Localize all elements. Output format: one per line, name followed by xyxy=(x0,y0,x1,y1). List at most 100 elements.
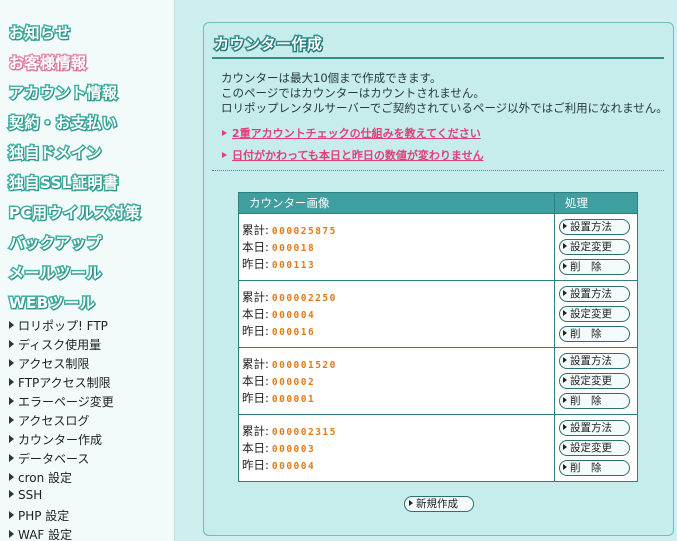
triangle-right-icon xyxy=(563,463,567,470)
counter-actions: 設置方法 設定変更 削 除 xyxy=(554,414,638,482)
total-count: 000025875 xyxy=(271,225,337,237)
triangle-right-icon xyxy=(563,262,567,269)
page-title: カウンター作成 xyxy=(213,34,324,55)
yesterday-count: 000004 xyxy=(271,460,316,472)
counter-actions: 設置方法 設定変更 削 除 xyxy=(554,347,638,415)
triangle-right-icon xyxy=(9,340,14,348)
nav-customer-info[interactable]: お客様情報 xyxy=(8,52,88,74)
setup-method-button[interactable]: 設置方法 xyxy=(559,285,630,302)
setup-method-button[interactable]: 設置方法 xyxy=(559,352,630,369)
nav-access-log[interactable]: アクセスログ xyxy=(9,412,89,429)
yesterday-count: 000001 xyxy=(271,393,316,405)
today-count: 000003 xyxy=(271,443,316,455)
triangle-right-icon xyxy=(9,511,14,519)
triangle-right-icon xyxy=(409,500,413,506)
nav-pc-antivirus[interactable]: PC用ウイルス対策 xyxy=(8,202,142,224)
nav-lolipop-ftp[interactable]: ロリポップ! FTP xyxy=(9,317,108,334)
triangle-right-icon xyxy=(9,321,14,329)
triangle-right-icon xyxy=(563,242,567,249)
nav-waf[interactable]: WAF 設定 xyxy=(9,526,72,541)
nav-cron[interactable]: cron 設定 xyxy=(9,469,72,486)
triangle-right-icon xyxy=(563,329,567,336)
nav-database[interactable]: データベース xyxy=(9,450,89,467)
intro-line: このページではカウンターはカウントされません。 xyxy=(221,86,485,100)
counter-info: 累計: 000002315 本日: 000003 昨日: 000004 xyxy=(238,414,555,482)
delete-button[interactable]: 削 除 xyxy=(559,325,630,342)
triangle-right-icon xyxy=(9,454,14,462)
table-row: 累計: 000001520 本日: 000002 昨日: 000001 設置方法 設定… xyxy=(238,347,638,415)
nav-backup[interactable]: バックアップ xyxy=(7,232,103,254)
yesterday-count: 000113 xyxy=(271,259,316,271)
triangle-right-icon xyxy=(563,222,567,229)
delete-button[interactable]: 削 除 xyxy=(559,392,630,409)
nav-own-domain[interactable]: 独自ドメイン xyxy=(7,142,103,164)
nav-php[interactable]: PHP 設定 xyxy=(9,507,69,524)
faq-link-date-values[interactable]: 日付がかわっても本日と昨日の数値が変わりません xyxy=(222,147,484,163)
triangle-right-icon xyxy=(9,416,14,424)
section-divider xyxy=(212,170,664,171)
counter-info: 累計: 000002250 本日: 000004 昨日: 000016 xyxy=(238,280,555,348)
counter-info: 累計: 000025875 本日: 000018 昨日: 000113 xyxy=(238,213,555,281)
nav-mail-tools[interactable]: メールツール xyxy=(7,262,103,284)
triangle-right-icon xyxy=(563,309,567,316)
setup-method-button[interactable]: 設置方法 xyxy=(559,218,630,235)
column-header-counter-image: カウンター画像 xyxy=(238,192,555,214)
nav-access-restriction[interactable]: アクセス制限 xyxy=(9,355,89,372)
today-count: 000004 xyxy=(271,309,316,321)
triangle-right-icon xyxy=(563,376,567,383)
total-count: 000002250 xyxy=(271,292,337,304)
triangle-right-icon xyxy=(563,289,567,296)
setup-method-button[interactable]: 設置方法 xyxy=(559,419,630,436)
change-settings-button[interactable]: 設定変更 xyxy=(559,305,630,322)
triangle-right-icon xyxy=(563,443,567,450)
delete-button[interactable]: 削 除 xyxy=(559,258,630,275)
counter-panel: カウンター作成 カウンターは最大10個まで作成できます。 このページではカウンタ… xyxy=(203,22,674,536)
nav-disk-usage[interactable]: ディスク使用量 xyxy=(9,336,101,353)
triangle-right-icon xyxy=(222,130,227,136)
nav-web-tools[interactable]: WEBツール xyxy=(7,292,96,314)
nav-counter[interactable]: カウンター作成 xyxy=(9,431,102,448)
intro-line: カウンターは最大10個まで作成できます。 xyxy=(221,71,442,85)
intro-line: ロリポップレンタルサーバーでご契約されているページ以外ではご利用になれません。 xyxy=(221,101,668,115)
counter-info: 累計: 000001520 本日: 000002 昨日: 000001 xyxy=(238,347,555,415)
triangle-right-icon xyxy=(222,152,227,158)
total-count: 000002315 xyxy=(271,426,337,438)
total-count: 000001520 xyxy=(271,359,337,371)
triangle-right-icon xyxy=(563,396,567,403)
nav-account-info[interactable]: アカウント情報 xyxy=(8,82,119,104)
new-counter-button[interactable]: 新規作成 xyxy=(404,496,474,512)
triangle-right-icon xyxy=(9,378,14,386)
triangle-right-icon xyxy=(9,359,14,367)
counter-actions: 設置方法 設定変更 削 除 xyxy=(554,213,638,281)
triangle-right-icon xyxy=(9,397,14,405)
nav-ftp-access-restriction[interactable]: FTPアクセス制限 xyxy=(9,374,111,391)
table-row: 累計: 000025875 本日: 000018 昨日: 000113 設置方法 設定… xyxy=(238,213,638,281)
nav-ssh[interactable]: SSH xyxy=(9,488,42,502)
delete-button[interactable]: 削 除 xyxy=(559,459,630,476)
triangle-right-icon xyxy=(9,473,14,481)
nav-contract-payment[interactable]: 契約・お支払い xyxy=(8,112,119,134)
yesterday-count: 000016 xyxy=(271,326,316,338)
change-settings-button[interactable]: 設定変更 xyxy=(559,439,630,456)
today-count: 000002 xyxy=(271,376,316,388)
triangle-right-icon xyxy=(9,490,14,498)
counter-actions: 設置方法 設定変更 削 除 xyxy=(554,280,638,348)
triangle-right-icon xyxy=(563,356,567,363)
today-count: 000018 xyxy=(271,242,316,254)
change-settings-button[interactable]: 設定変更 xyxy=(559,238,630,255)
nav-ssl-certificate[interactable]: 独自SSL証明書 xyxy=(8,172,120,194)
change-settings-button[interactable]: 設定変更 xyxy=(559,372,630,389)
triangle-right-icon xyxy=(9,435,14,443)
triangle-right-icon xyxy=(9,530,14,538)
table-row: 累計: 000002315 本日: 000003 昨日: 000004 設置方法 設定… xyxy=(238,414,638,482)
table-row: 累計: 000002250 本日: 000004 昨日: 000016 設置方法 設定… xyxy=(238,280,638,348)
sidebar: お知らせ お客様情報 アカウント情報 契約・お支払い 独自ドメイン 独自SSL証… xyxy=(0,0,175,541)
table-header-row: カウンター画像 処理 xyxy=(238,192,638,214)
title-divider xyxy=(212,57,664,59)
nav-error-page[interactable]: エラーページ変更 xyxy=(9,393,114,410)
triangle-right-icon xyxy=(563,423,567,430)
nav-news[interactable]: お知らせ xyxy=(8,22,72,44)
faq-link-double-account[interactable]: 2重アカウントチェックの仕組みを教えてください xyxy=(222,125,481,141)
column-header-action: 処理 xyxy=(554,192,638,214)
counter-table: カウンター画像 処理 累計: 000025875 本日: 000018 昨日: 000… xyxy=(238,192,638,482)
